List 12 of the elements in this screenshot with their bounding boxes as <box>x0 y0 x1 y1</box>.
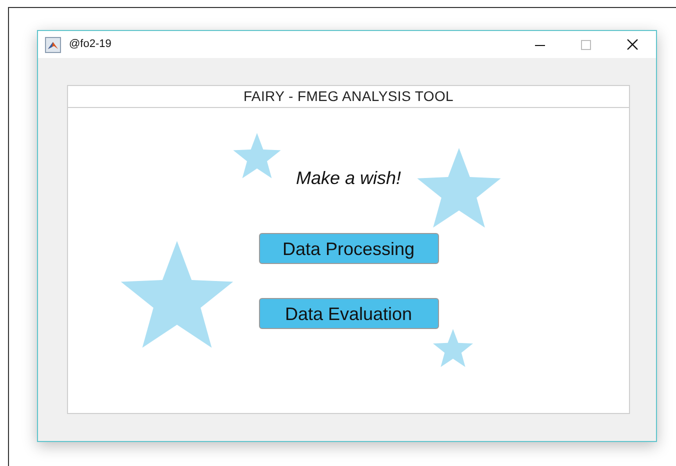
window-title: @fo2-19 <box>69 37 112 52</box>
panel-title: FAIRY - FMEG ANALYSIS TOOL <box>68 86 629 108</box>
app-icon <box>45 36 61 52</box>
star-icon <box>433 329 473 367</box>
star-icon <box>233 133 281 178</box>
star-icon <box>417 148 501 228</box>
star-icon <box>120 241 234 348</box>
prompt-text: Make a wish! <box>296 167 402 190</box>
close-icon <box>626 39 638 50</box>
maximize-icon <box>581 40 591 50</box>
action-button[interactable]: Data Processing <box>258 233 438 264</box>
action-button[interactable]: Data Evaluation <box>258 298 438 329</box>
